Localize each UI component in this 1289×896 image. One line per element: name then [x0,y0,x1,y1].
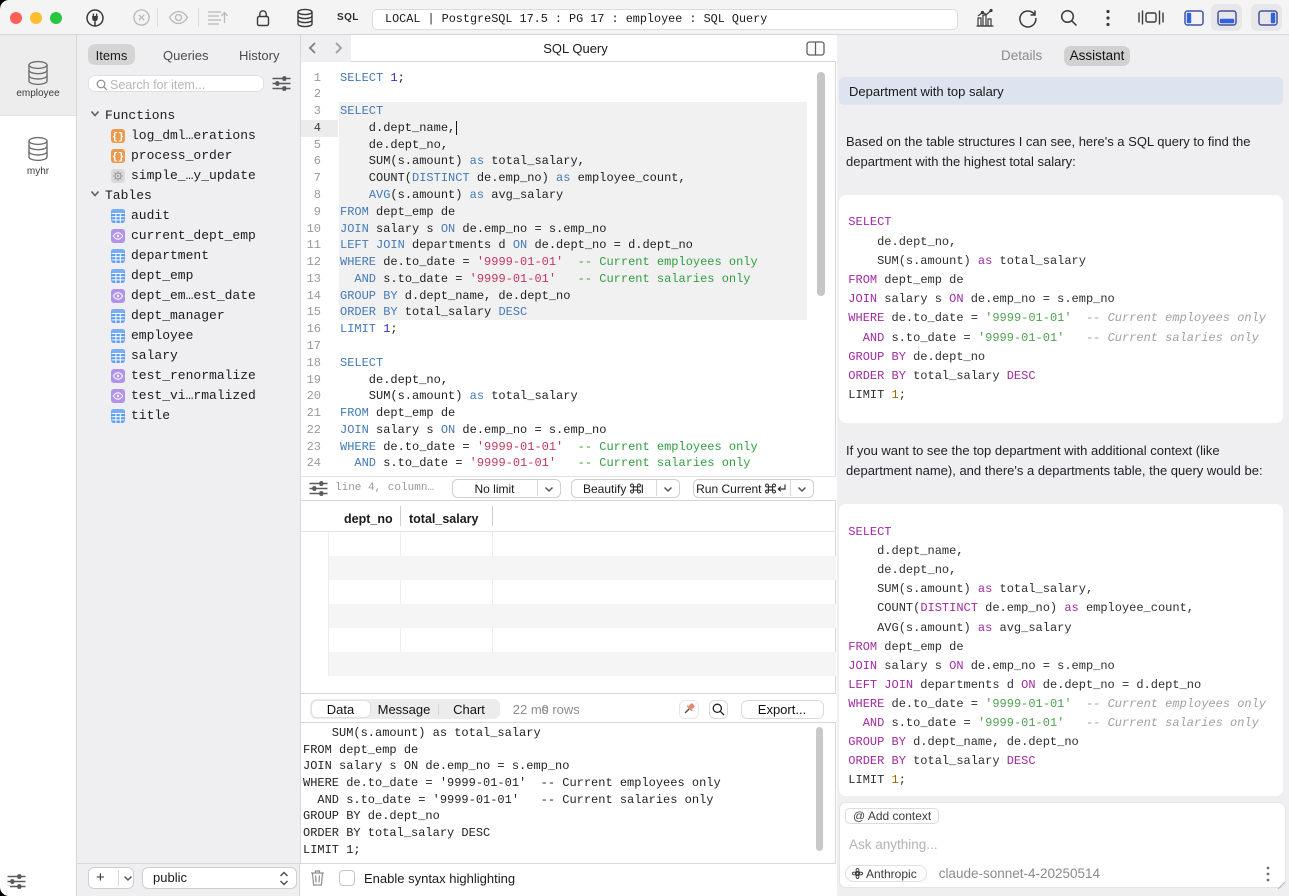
svg-text:{}: {} [112,152,124,163]
svg-text:{}: {} [112,132,124,143]
